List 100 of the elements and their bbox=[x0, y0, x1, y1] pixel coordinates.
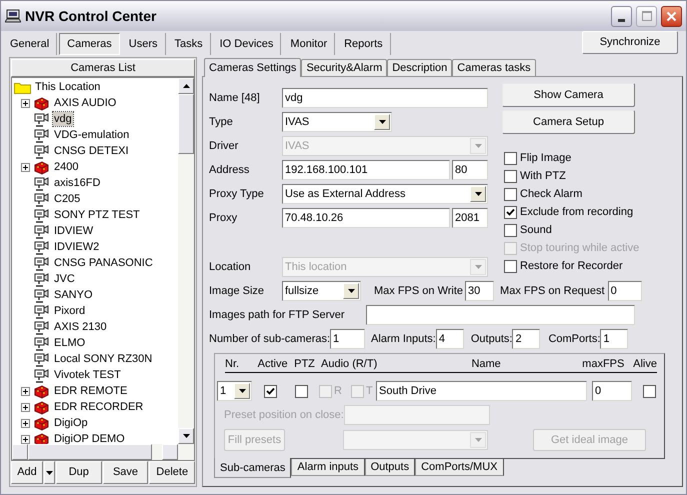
text-field[interactable]: 0 bbox=[592, 381, 632, 401]
expand-icon[interactable] bbox=[20, 434, 30, 444]
expand-icon[interactable] bbox=[20, 386, 30, 396]
text-field[interactable] bbox=[366, 305, 635, 325]
expand-icon[interactable] bbox=[20, 402, 30, 412]
expand-icon[interactable] bbox=[20, 98, 30, 108]
caret-icon bbox=[238, 389, 246, 393]
tab[interactable]: Cameras tasks bbox=[452, 59, 536, 76]
tree-item[interactable]: Local SONY RZ30N bbox=[53, 352, 154, 366]
tab[interactable]: Outputs bbox=[364, 459, 416, 476]
text-field[interactable]: 1 bbox=[330, 329, 366, 349]
text-field[interactable]: vdg bbox=[282, 88, 488, 108]
tree-item[interactable]: VDG-emulation bbox=[53, 128, 130, 142]
checkbox[interactable] bbox=[504, 152, 517, 164]
text-field[interactable]: 192.168.100.101 bbox=[282, 160, 450, 180]
field-label: Restore for Recorder bbox=[520, 258, 623, 274]
text-field[interactable]: 30 bbox=[465, 281, 494, 301]
tab[interactable]: IO Devices bbox=[212, 33, 282, 55]
tab[interactable]: Users bbox=[122, 33, 166, 55]
tab[interactable]: Cameras Settings bbox=[204, 58, 302, 77]
field-label: ComPorts: bbox=[548, 332, 600, 347]
dropdown[interactable]: 1 bbox=[217, 381, 252, 401]
tree-item[interactable]: JVC bbox=[53, 272, 76, 286]
recorder-icon bbox=[34, 384, 49, 398]
text-field[interactable]: 70.48.10.26 bbox=[282, 208, 450, 228]
tree-item[interactable]: EDR RECORDER bbox=[53, 400, 144, 414]
scroll-right-button[interactable] bbox=[162, 444, 178, 460]
tab[interactable]: Alarm inputs bbox=[291, 459, 365, 476]
tree-item[interactable]: C205 bbox=[53, 192, 82, 206]
checkbox[interactable] bbox=[504, 170, 517, 182]
text-field[interactable]: 4 bbox=[436, 329, 464, 349]
add-button[interactable]: Add bbox=[11, 461, 43, 484]
tab[interactable]: Security&Alarm bbox=[301, 59, 388, 76]
horizontal-scrollbar[interactable] bbox=[12, 444, 194, 460]
dropdown-button[interactable] bbox=[44, 461, 55, 484]
camera-icon bbox=[34, 256, 49, 270]
button[interactable]: Camera Setup bbox=[502, 110, 635, 134]
tree-item[interactable]: EDR REMOTE bbox=[53, 384, 128, 398]
checkbox[interactable] bbox=[264, 384, 277, 398]
tree-item[interactable]: IDVIEW bbox=[53, 224, 94, 238]
checkbox[interactable] bbox=[504, 260, 517, 272]
tree-item[interactable]: ELMO bbox=[53, 336, 86, 350]
text-field[interactable]: 0 bbox=[608, 281, 642, 301]
tree-item[interactable]: AXIS 2130 bbox=[53, 320, 108, 334]
tab[interactable]: General bbox=[3, 33, 58, 55]
checkbox[interactable] bbox=[504, 224, 517, 236]
dropdown[interactable]: Use as External Address bbox=[282, 184, 488, 204]
tab[interactable]: Monitor bbox=[283, 33, 336, 55]
scroll-up-button[interactable] bbox=[178, 78, 194, 94]
tab[interactable]: Reports bbox=[337, 33, 391, 55]
dropdown[interactable]: IVAS bbox=[282, 112, 392, 132]
tab[interactable]: Sub-cameras bbox=[214, 458, 292, 478]
expand-icon[interactable] bbox=[20, 418, 30, 428]
tree-item[interactable]: DigiOP DEMO bbox=[53, 432, 126, 444]
scroll-down-button[interactable] bbox=[178, 428, 194, 444]
column-header: Audio (R/T) bbox=[321, 356, 378, 372]
button[interactable]: Save bbox=[102, 461, 148, 484]
tree-item[interactable]: axis16FD bbox=[53, 176, 102, 190]
camera-icon bbox=[34, 368, 49, 382]
tree-item[interactable]: Vivotek TEST bbox=[53, 368, 122, 382]
vertical-scrollbar[interactable] bbox=[178, 78, 194, 444]
tree-item[interactable]: 2400 bbox=[53, 160, 80, 174]
button[interactable]: Show Camera bbox=[502, 83, 635, 107]
tree-item[interactable]: CNSG PANASONIC bbox=[53, 256, 154, 270]
text-field[interactable]: South Drive bbox=[376, 381, 587, 401]
tree-item[interactable]: SANYO bbox=[53, 288, 94, 302]
port-field[interactable]: 2081 bbox=[452, 208, 488, 228]
close-button[interactable] bbox=[661, 6, 682, 26]
text-field[interactable]: 2 bbox=[512, 329, 540, 349]
tree-item[interactable]: Pixord bbox=[53, 304, 86, 318]
tree-item[interactable]: IDVIEW2 bbox=[53, 240, 100, 254]
camera-icon bbox=[34, 192, 49, 206]
port-field[interactable]: 80 bbox=[452, 160, 488, 180]
text-field[interactable]: 1 bbox=[600, 329, 628, 349]
scroll-left-button[interactable] bbox=[12, 444, 28, 460]
checkbox[interactable] bbox=[504, 188, 517, 200]
tab[interactable]: Tasks bbox=[168, 33, 211, 55]
scroll-thumb[interactable] bbox=[178, 94, 194, 154]
scroll-thumb[interactable] bbox=[28, 444, 152, 460]
tree-item[interactable]: vdg bbox=[53, 112, 73, 126]
tree-item[interactable]: AXIS AUDIO bbox=[53, 96, 118, 110]
expand-icon[interactable] bbox=[20, 162, 30, 172]
tab[interactable]: Description bbox=[387, 59, 452, 76]
checkbox[interactable] bbox=[295, 384, 308, 398]
tree-item[interactable]: DigiOp bbox=[53, 416, 89, 430]
tab[interactable]: Cameras bbox=[59, 33, 120, 55]
checkbox[interactable] bbox=[643, 384, 656, 398]
tree-item[interactable]: SONY PTZ TEST bbox=[53, 208, 141, 222]
dropdown[interactable]: fullsize bbox=[282, 281, 361, 301]
tab[interactable]: ComPorts/MUX bbox=[415, 459, 504, 476]
checkbox[interactable] bbox=[351, 384, 364, 398]
recorder-icon bbox=[34, 400, 49, 414]
tree-item[interactable]: CNSG DETEXI bbox=[53, 144, 130, 158]
synchronize-button[interactable]: Synchronize bbox=[582, 31, 678, 54]
checkbox[interactable] bbox=[504, 206, 517, 218]
tree-item[interactable]: This Location bbox=[35, 78, 100, 96]
camera-icon bbox=[34, 112, 49, 126]
button[interactable]: Delete bbox=[149, 461, 196, 484]
minimize-button[interactable] bbox=[611, 6, 632, 26]
button[interactable]: Dup bbox=[56, 461, 102, 484]
